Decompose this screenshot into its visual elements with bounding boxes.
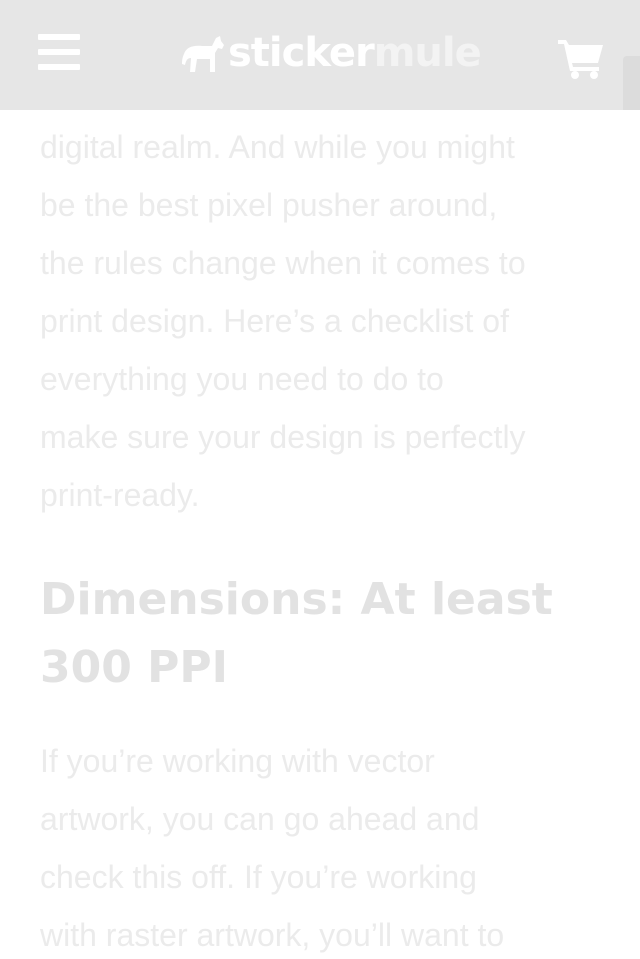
heading-line: 300 PPI [40, 642, 229, 693]
article-body: digital realm. And while you might be th… [40, 118, 610, 959]
logo-wordmark: stickermule [228, 30, 482, 76]
section-paragraph: If you’re working with vector artwork, y… [40, 732, 610, 959]
text-line: with raster artwork, you’ll want to [40, 917, 505, 953]
logo-text-sticker: sticker [228, 30, 375, 76]
text-line: be the best pixel pusher around, [40, 187, 498, 223]
mule-logo-icon [182, 36, 224, 72]
text-line: print-ready. [40, 477, 200, 513]
sticker-mule-logo[interactable]: stickermule [180, 28, 482, 78]
cart-glyph [558, 40, 603, 79]
menu-bar [38, 64, 80, 70]
text-line: If you’re working with vector [40, 743, 435, 779]
heading-line: Dimensions: At least [40, 574, 553, 625]
text-line: digital realm. And while you might [40, 129, 515, 165]
top-header: stickermule [0, 0, 640, 110]
menu-bar [38, 34, 80, 40]
menu-bar [38, 49, 80, 55]
text-line: print design. Here’s a checklist of [40, 303, 509, 339]
scrollbar-edge [623, 56, 640, 110]
text-line: everything you need to do to [40, 361, 444, 397]
shopping-cart-icon[interactable] [556, 34, 606, 80]
text-line: the rules change when it comes to [40, 245, 526, 281]
page: stickermule digital realm. And while you… [0, 0, 640, 959]
intro-paragraph: digital realm. And while you might be th… [40, 118, 610, 524]
text-line: artwork, you can go ahead and [40, 801, 480, 837]
section-heading: Dimensions: At least 300 PPI [40, 566, 610, 702]
text-line: check this off. If you’re working [40, 859, 477, 895]
text-line: make sure your design is perfectly [40, 419, 526, 455]
hamburger-menu-icon[interactable] [34, 30, 82, 74]
logo-text-mule: mule [373, 30, 482, 76]
